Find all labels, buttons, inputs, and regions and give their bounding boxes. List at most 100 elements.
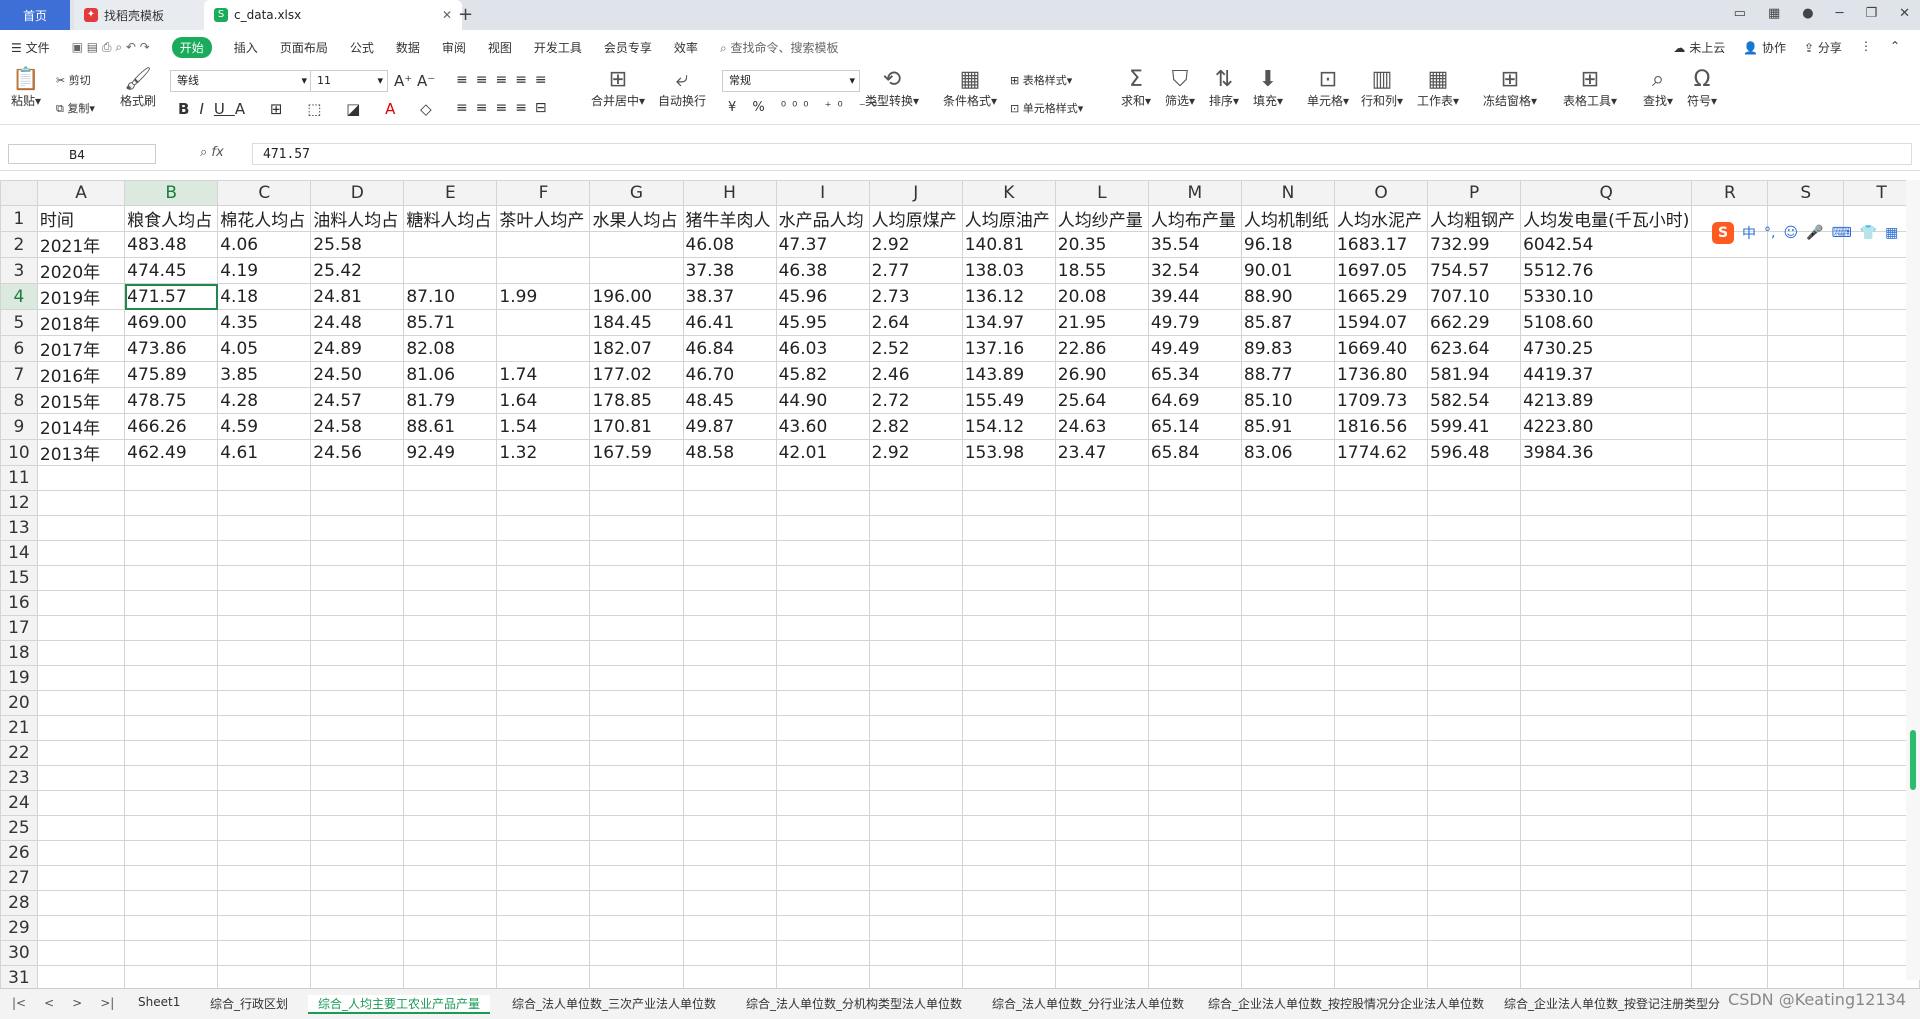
cell-s6[interactable] [1767, 335, 1845, 362]
cell-f28[interactable] [496, 890, 591, 916]
cell-d29[interactable] [310, 915, 405, 941]
cell-m8[interactable]: 64.69 [1147, 387, 1242, 414]
cell-l31[interactable] [1054, 965, 1149, 991]
cell-q19[interactable] [1520, 665, 1693, 691]
cell-h12[interactable] [682, 490, 777, 516]
cell-m26[interactable] [1147, 840, 1242, 866]
merge-button[interactable]: ⊞ 合并居中▾ [588, 68, 648, 109]
cell-j6[interactable]: 2.52 [868, 335, 963, 362]
cell-s5[interactable] [1767, 309, 1845, 336]
cell-f26[interactable] [496, 840, 591, 866]
cell-p30[interactable] [1427, 940, 1522, 966]
cell-c25[interactable] [217, 815, 312, 841]
cell-r21[interactable] [1691, 715, 1769, 741]
row-header[interactable]: 1 [0, 205, 38, 232]
collab-button[interactable]: 👤 协作 [1743, 39, 1786, 56]
cell-n23[interactable] [1240, 765, 1335, 791]
cell-g1[interactable]: 水果人均占 [589, 205, 684, 232]
cell-k25[interactable] [961, 815, 1056, 841]
cell-n24[interactable] [1240, 790, 1335, 816]
cell-k20[interactable] [961, 690, 1056, 716]
cell-f3[interactable] [496, 257, 591, 284]
cell-p22[interactable] [1427, 740, 1522, 766]
cell-o10[interactable]: 1774.62 [1333, 439, 1429, 466]
cell-h3[interactable]: 37.38 [682, 257, 777, 284]
cell-o15[interactable] [1333, 565, 1429, 591]
cell-i3[interactable]: 46.38 [775, 257, 870, 284]
cell-f9[interactable]: 1.54 [496, 413, 591, 440]
cell-p18[interactable] [1427, 640, 1522, 666]
cell-n16[interactable] [1240, 590, 1335, 616]
cell-b25[interactable] [124, 815, 219, 841]
cell-e11[interactable] [403, 465, 498, 491]
cell-q9[interactable]: 4223.80 [1520, 413, 1693, 440]
cell-style-button[interactable]: ⊡ 单元格样式▾ [1010, 100, 1083, 116]
menu-member[interactable]: 会员专享 [604, 39, 652, 56]
cell-n26[interactable] [1240, 840, 1335, 866]
cell-m30[interactable] [1147, 940, 1242, 966]
prev-sheet-icon[interactable]: < [44, 996, 54, 1010]
cell-m6[interactable]: 49.49 [1147, 335, 1242, 362]
row-header[interactable]: 8 [0, 387, 38, 414]
cell-j8[interactable]: 2.72 [868, 387, 963, 414]
cell-d30[interactable] [310, 940, 405, 966]
cell-l8[interactable]: 25.64 [1054, 387, 1149, 414]
row-header[interactable]: 23 [0, 765, 38, 791]
cell-e15[interactable] [403, 565, 498, 591]
cell-b6[interactable]: 473.86 [124, 335, 219, 362]
cell-n10[interactable]: 83.06 [1240, 439, 1335, 466]
cell-h28[interactable] [682, 890, 777, 916]
cell-j3[interactable]: 2.77 [868, 257, 963, 284]
cell-d23[interactable] [310, 765, 405, 791]
cell-d24[interactable] [310, 790, 405, 816]
cell-a29[interactable] [36, 915, 126, 941]
cell-f5[interactable] [496, 309, 591, 336]
cell-e19[interactable] [403, 665, 498, 691]
cell-l15[interactable] [1054, 565, 1149, 591]
cell-j1[interactable]: 人均原煤产 [868, 205, 963, 232]
cell-q30[interactable] [1520, 940, 1693, 966]
cell-i1[interactable]: 水产品人均 [775, 205, 870, 232]
layout-icon[interactable]: ▭ [1734, 6, 1746, 21]
cell-s22[interactable] [1767, 740, 1845, 766]
cell-p23[interactable] [1427, 765, 1522, 791]
cell-e1[interactable]: 糖料人均占 [403, 205, 498, 232]
cell-s17[interactable] [1767, 615, 1845, 641]
cell-o29[interactable] [1333, 915, 1429, 941]
cell-k30[interactable] [961, 940, 1056, 966]
cell-m18[interactable] [1147, 640, 1242, 666]
cell-k7[interactable]: 143.89 [961, 361, 1056, 388]
cell-m10[interactable]: 65.84 [1147, 439, 1242, 466]
row-header[interactable]: 20 [0, 690, 38, 716]
cut-button[interactable]: ✂ 剪切 [56, 72, 91, 88]
cell-i14[interactable] [775, 540, 870, 566]
row-header[interactable]: 18 [0, 640, 38, 666]
column-header-r[interactable]: R [1691, 180, 1769, 206]
cell-j11[interactable] [868, 465, 963, 491]
cell-f2[interactable] [496, 231, 591, 258]
cell-o11[interactable] [1333, 465, 1429, 491]
cell-h1[interactable]: 猪牛羊肉人 [682, 205, 777, 232]
cell-q27[interactable] [1520, 865, 1693, 891]
column-header-s[interactable]: S [1767, 180, 1845, 206]
cell-c26[interactable] [217, 840, 312, 866]
cell-b13[interactable] [124, 515, 219, 541]
cell-h30[interactable] [682, 940, 777, 966]
cell-r3[interactable] [1691, 257, 1769, 284]
cell-q11[interactable] [1520, 465, 1693, 491]
cell-f19[interactable] [496, 665, 591, 691]
cell-j26[interactable] [868, 840, 963, 866]
cell-h2[interactable]: 46.08 [682, 231, 777, 258]
cell-r7[interactable] [1691, 361, 1769, 388]
column-header-n[interactable]: N [1240, 180, 1335, 206]
cell-s8[interactable] [1767, 387, 1845, 414]
cell-c12[interactable] [217, 490, 312, 516]
cell-i7[interactable]: 45.82 [775, 361, 870, 388]
cell-l17[interactable] [1054, 615, 1149, 641]
cell-j31[interactable] [868, 965, 963, 991]
close-window-icon[interactable]: ✕ [1899, 6, 1910, 21]
cell-c17[interactable] [217, 615, 312, 641]
cell-l12[interactable] [1054, 490, 1149, 516]
cell-j21[interactable] [868, 715, 963, 741]
cell-g23[interactable] [589, 765, 684, 791]
